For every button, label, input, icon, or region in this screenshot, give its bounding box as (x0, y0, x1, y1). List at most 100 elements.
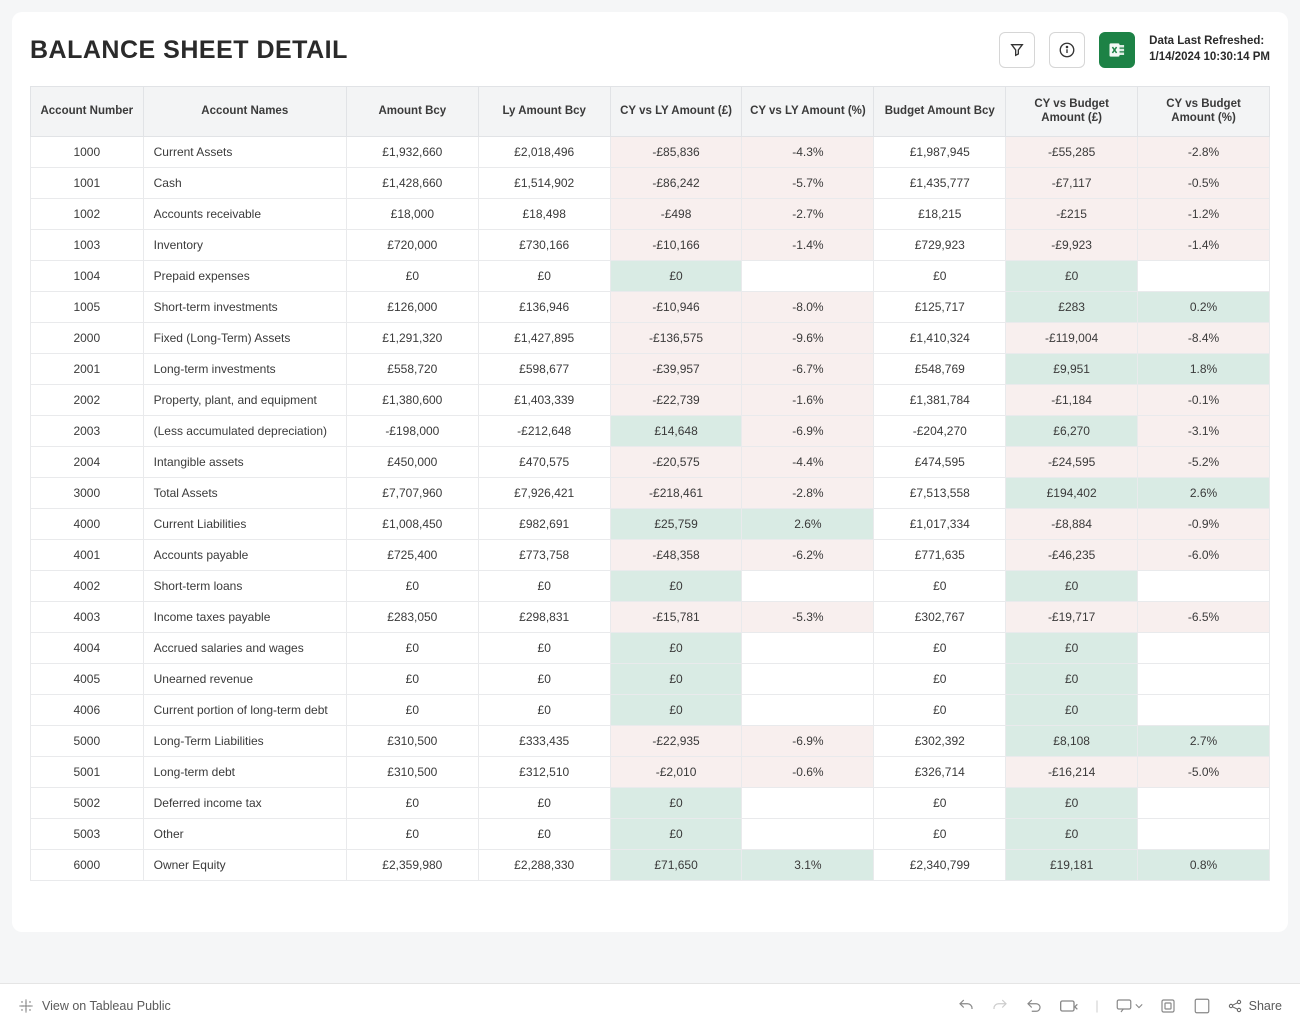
table-row[interactable]: 1005Short-term investments£126,000£136,9… (31, 291, 1270, 322)
fullscreen-icon (1193, 997, 1211, 1015)
cell-account-name: Current Assets (143, 136, 346, 167)
header: BALANCE SHEET DETAIL Data Last Refreshed… (30, 32, 1270, 68)
footer-right: | Share (957, 997, 1282, 1015)
cell-cy-vs-budget-amount: £0 (1006, 260, 1138, 291)
share-button[interactable]: Share (1227, 998, 1282, 1014)
cell-amount-bcy: £0 (346, 663, 478, 694)
cell-amount-bcy: £310,500 (346, 725, 478, 756)
redo-button[interactable] (991, 997, 1009, 1015)
cell-cy-vs-budget-amount: -£24,595 (1006, 446, 1138, 477)
cell-budget-amount-bcy: £729,923 (874, 229, 1006, 260)
cell-amount-bcy: -£198,000 (346, 415, 478, 446)
cell-account-name: Total Assets (143, 477, 346, 508)
filter-button[interactable] (999, 32, 1035, 68)
table-row[interactable]: 4005Unearned revenue£0£0£0£0£0 (31, 663, 1270, 694)
col-amount-bcy[interactable]: Amount Bcy (346, 87, 478, 137)
cell-account-name: Intangible assets (143, 446, 346, 477)
col-cy-vs-budget-amount[interactable]: CY vs Budget Amount (£) (1006, 87, 1138, 137)
table-row[interactable]: 1004Prepaid expenses£0£0£0£0£0 (31, 260, 1270, 291)
cell-account-number: 1002 (31, 198, 144, 229)
table-row[interactable]: 1001Cash£1,428,660£1,514,902-£86,242-5.7… (31, 167, 1270, 198)
cell-cy-vs-ly-pct: -0.6% (742, 756, 874, 787)
cell-amount-bcy: £558,720 (346, 353, 478, 384)
table-row[interactable]: 1003Inventory£720,000£730,166-£10,166-1.… (31, 229, 1270, 260)
cell-amount-bcy: £0 (346, 260, 478, 291)
balance-sheet-table: Account Number Account Names Amount Bcy … (30, 86, 1270, 881)
cell-ly-amount-bcy: £0 (478, 787, 610, 818)
cell-budget-amount-bcy: £302,767 (874, 601, 1006, 632)
cell-amount-bcy: £1,428,660 (346, 167, 478, 198)
table-row[interactable]: 1002Accounts receivable£18,000£18,498-£4… (31, 198, 1270, 229)
cell-ly-amount-bcy: £2,288,330 (478, 849, 610, 880)
col-ly-amount-bcy[interactable]: Ly Amount Bcy (478, 87, 610, 137)
cell-ly-amount-bcy: £333,435 (478, 725, 610, 756)
cell-account-number: 6000 (31, 849, 144, 880)
cell-cy-vs-ly-pct (742, 632, 874, 663)
cell-amount-bcy: £1,008,450 (346, 508, 478, 539)
cell-account-number: 1004 (31, 260, 144, 291)
cell-ly-amount-bcy: £0 (478, 260, 610, 291)
table-row[interactable]: 2001Long-term investments£558,720£598,67… (31, 353, 1270, 384)
cell-budget-amount-bcy: £0 (874, 632, 1006, 663)
cell-account-name: Property, plant, and equipment (143, 384, 346, 415)
table-row[interactable]: 4006Current portion of long-term debt£0£… (31, 694, 1270, 725)
cell-cy-vs-budget-pct (1138, 663, 1270, 694)
cell-amount-bcy: £1,932,660 (346, 136, 478, 167)
replay-button[interactable] (1025, 997, 1043, 1015)
table-row[interactable]: 4001Accounts payable£725,400£773,758-£48… (31, 539, 1270, 570)
cell-budget-amount-bcy: £474,595 (874, 446, 1006, 477)
table-row[interactable]: 1000Current Assets£1,932,660£2,018,496-£… (31, 136, 1270, 167)
cell-cy-vs-budget-pct (1138, 787, 1270, 818)
cell-cy-vs-budget-pct: -8.4% (1138, 322, 1270, 353)
cell-cy-vs-ly-amount: £0 (610, 632, 742, 663)
cell-budget-amount-bcy: £1,987,945 (874, 136, 1006, 167)
undo-button[interactable] (957, 997, 975, 1015)
table-row[interactable]: 3000Total Assets£7,707,960£7,926,421-£21… (31, 477, 1270, 508)
cell-cy-vs-budget-pct: 1.8% (1138, 353, 1270, 384)
cell-cy-vs-ly-pct (742, 260, 874, 291)
col-cy-vs-budget-pct[interactable]: CY vs Budget Amount (%) (1138, 87, 1270, 137)
table-row[interactable]: 6000Owner Equity£2,359,980£2,288,330£71,… (31, 849, 1270, 880)
col-account-number[interactable]: Account Number (31, 87, 144, 137)
cell-account-number: 3000 (31, 477, 144, 508)
cell-cy-vs-ly-amount: £71,650 (610, 849, 742, 880)
info-button[interactable] (1049, 32, 1085, 68)
table-row[interactable]: 5000Long-Term Liabilities£310,500£333,43… (31, 725, 1270, 756)
table-row[interactable]: 5003Other£0£0£0£0£0 (31, 818, 1270, 849)
cell-ly-amount-bcy: £0 (478, 663, 610, 694)
table-row[interactable]: 4002Short-term loans£0£0£0£0£0 (31, 570, 1270, 601)
pause-button[interactable] (1059, 998, 1079, 1014)
export-excel-button[interactable] (1099, 32, 1135, 68)
cell-cy-vs-ly-pct (742, 818, 874, 849)
col-cy-vs-ly-pct[interactable]: CY vs LY Amount (%) (742, 87, 874, 137)
cell-cy-vs-ly-amount: £0 (610, 570, 742, 601)
cell-account-name: Long-term investments (143, 353, 346, 384)
cell-cy-vs-ly-pct: 2.6% (742, 508, 874, 539)
cell-cy-vs-ly-pct: -9.6% (742, 322, 874, 353)
table-row[interactable]: 4004Accrued salaries and wages£0£0£0£0£0 (31, 632, 1270, 663)
cell-cy-vs-ly-amount: -£15,781 (610, 601, 742, 632)
table-row[interactable]: 4000Current Liabilities£1,008,450£982,69… (31, 508, 1270, 539)
cell-ly-amount-bcy: £1,514,902 (478, 167, 610, 198)
cell-amount-bcy: £1,380,600 (346, 384, 478, 415)
col-budget-amount-bcy[interactable]: Budget Amount Bcy (874, 87, 1006, 137)
table-row[interactable]: 2004Intangible assets£450,000£470,575-£2… (31, 446, 1270, 477)
view-on-tableau-link[interactable]: View on Tableau Public (18, 998, 171, 1014)
cell-cy-vs-budget-amount: £0 (1006, 694, 1138, 725)
cell-account-number: 5001 (31, 756, 144, 787)
table-row[interactable]: 2002Property, plant, and equipment£1,380… (31, 384, 1270, 415)
download-button[interactable] (1159, 997, 1177, 1015)
comment-button[interactable] (1115, 997, 1143, 1015)
cell-amount-bcy: £283,050 (346, 601, 478, 632)
table-row[interactable]: 2003(Less accumulated depreciation)-£198… (31, 415, 1270, 446)
col-account-names[interactable]: Account Names (143, 87, 346, 137)
table-row[interactable]: 2000Fixed (Long-Term) Assets£1,291,320£1… (31, 322, 1270, 353)
table-row[interactable]: 4003Income taxes payable£283,050£298,831… (31, 601, 1270, 632)
table-row[interactable]: 5001Long-term debt£310,500£312,510-£2,01… (31, 756, 1270, 787)
col-cy-vs-ly-amount[interactable]: CY vs LY Amount (£) (610, 87, 742, 137)
table-row[interactable]: 5002Deferred income tax£0£0£0£0£0 (31, 787, 1270, 818)
cell-cy-vs-ly-amount: £0 (610, 818, 742, 849)
fullscreen-button[interactable] (1193, 997, 1211, 1015)
cell-cy-vs-ly-amount: £0 (610, 663, 742, 694)
cell-cy-vs-ly-pct: -8.0% (742, 291, 874, 322)
